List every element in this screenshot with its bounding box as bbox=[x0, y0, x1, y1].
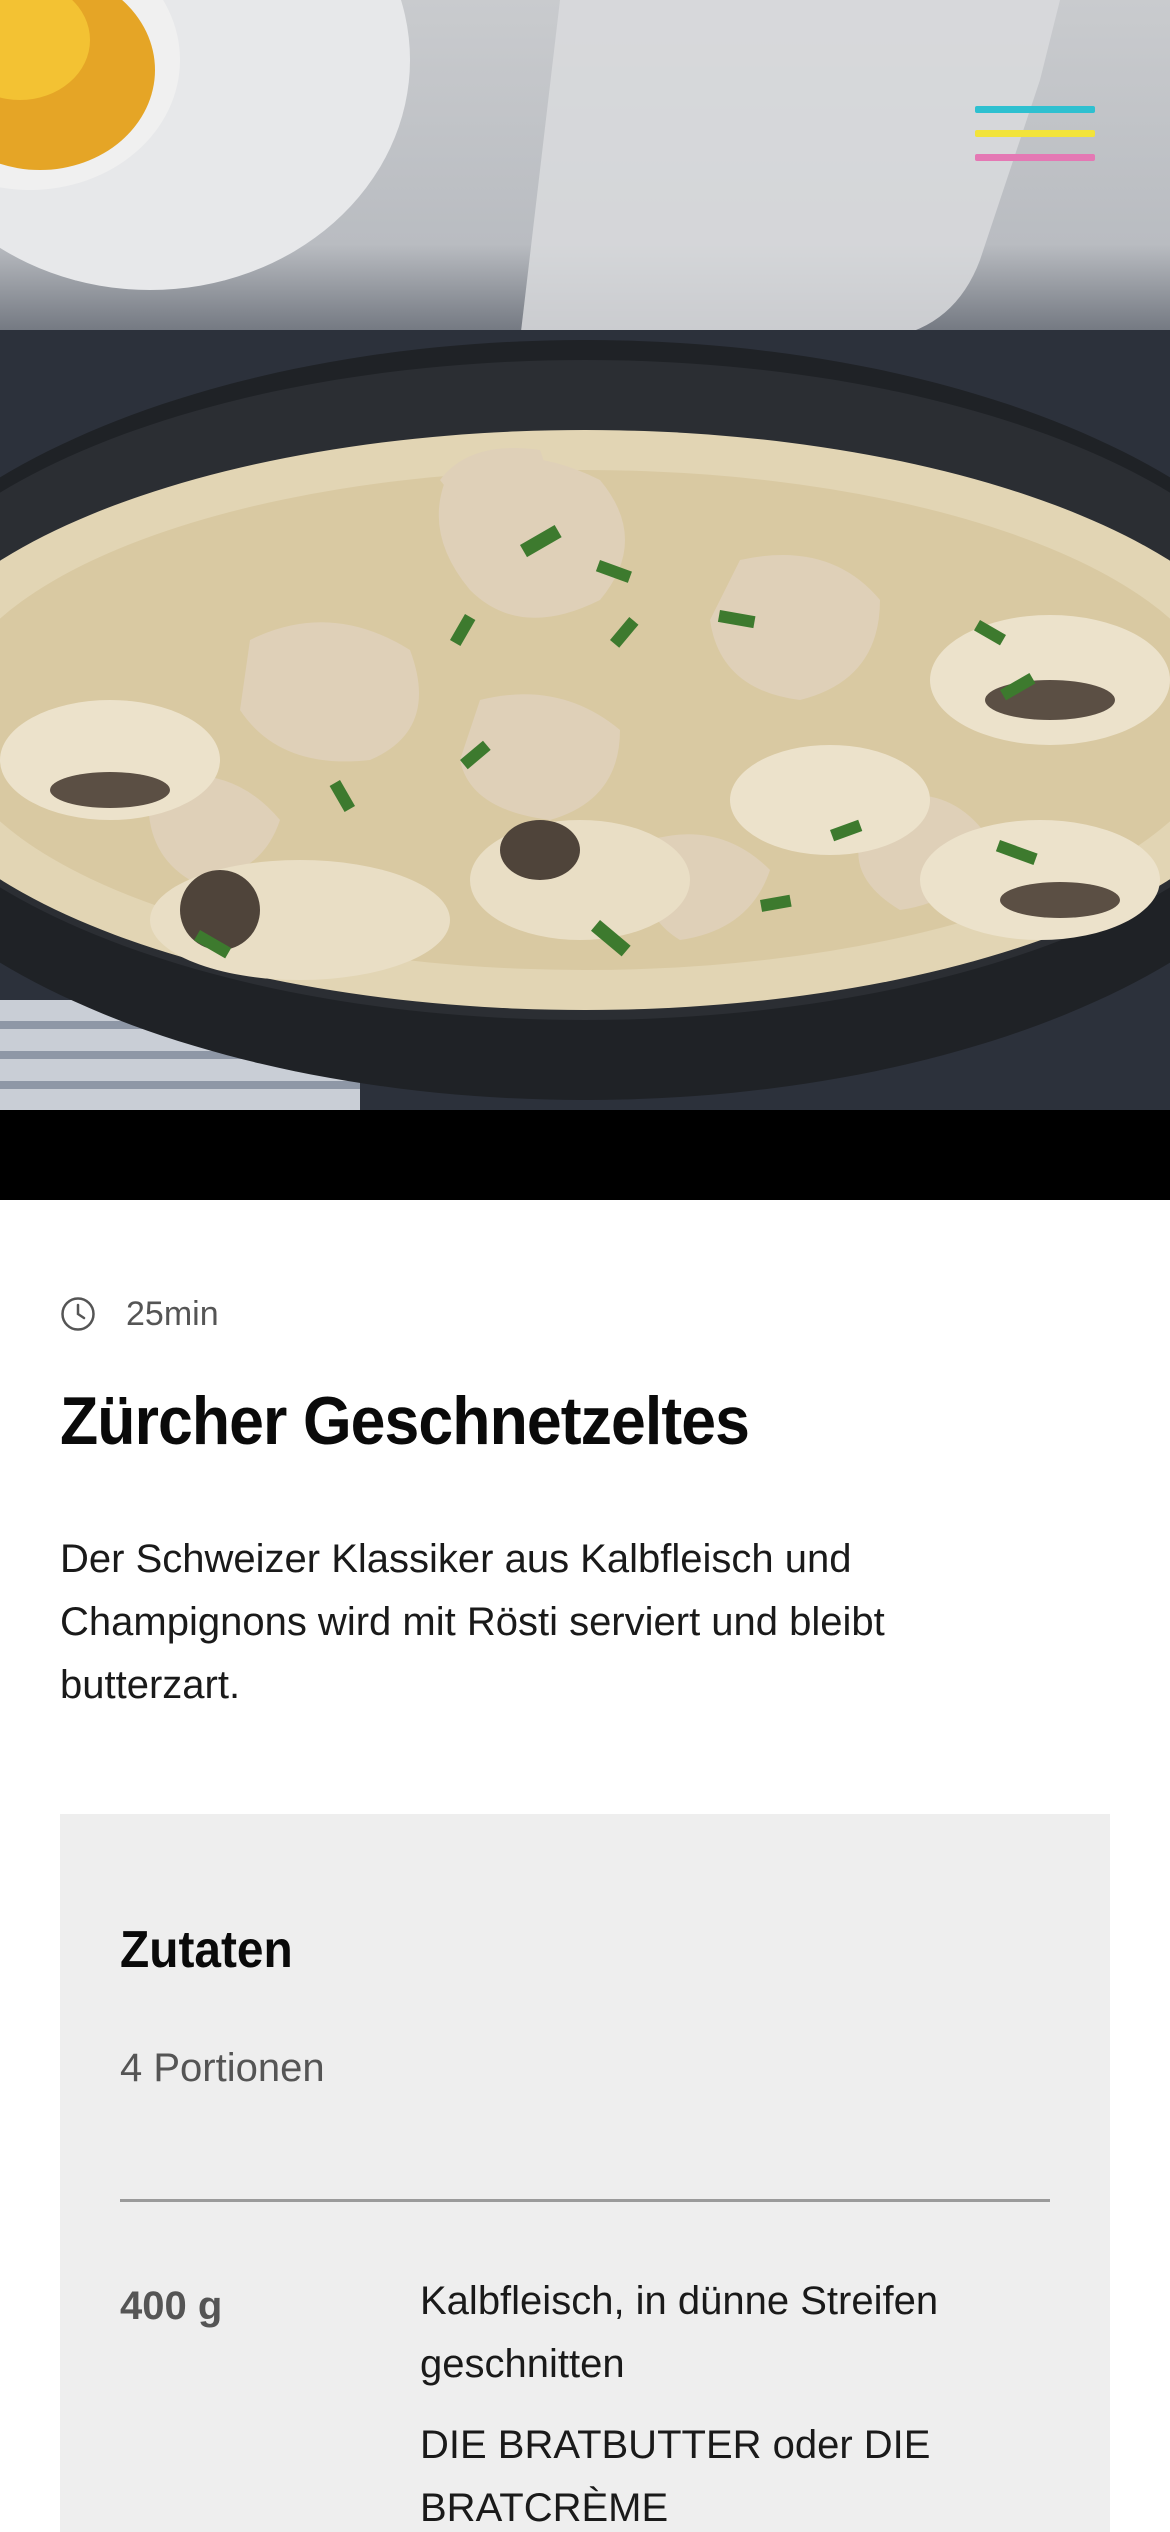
ingredient-name: Kalbfleisch, in dünne Streifen geschnitt… bbox=[420, 2279, 939, 2386]
recipe-description: Der Schweizer Klassiker aus Kalbfleisch … bbox=[60, 1537, 885, 1707]
ingredient-note: DIE BRATBUTTER oder DIE BRATCRÈME bbox=[420, 2423, 931, 2530]
ingredients-heading: Zutaten bbox=[120, 1921, 293, 1979]
recipe-page: 25min Zürcher Geschnetzeltes Der Schweiz… bbox=[0, 0, 1170, 2532]
menu-line-yellow bbox=[975, 130, 1095, 137]
hero-image bbox=[0, 0, 1170, 1110]
cooking-time: 25min bbox=[126, 1294, 219, 1333]
menu-line-cyan bbox=[975, 106, 1095, 113]
ingredients-divider bbox=[120, 2199, 1050, 2202]
clock-icon bbox=[61, 1297, 95, 1331]
recipe-meta: 25min bbox=[60, 1294, 219, 1334]
ingredient-quantity: 400 g bbox=[120, 2284, 223, 2328]
ingredients-card: Zutaten 4 Portionen 400 g Kalbfleisch, i… bbox=[60, 1814, 1110, 2532]
portions-selector[interactable]: 4 Portionen bbox=[120, 2046, 325, 2091]
hero-image-area bbox=[0, 0, 1170, 1200]
recipe-title: Zürcher Geschnetzeltes bbox=[60, 1383, 750, 1459]
menu-line-pink bbox=[975, 154, 1095, 161]
hamburger-menu-button[interactable] bbox=[975, 106, 1095, 162]
